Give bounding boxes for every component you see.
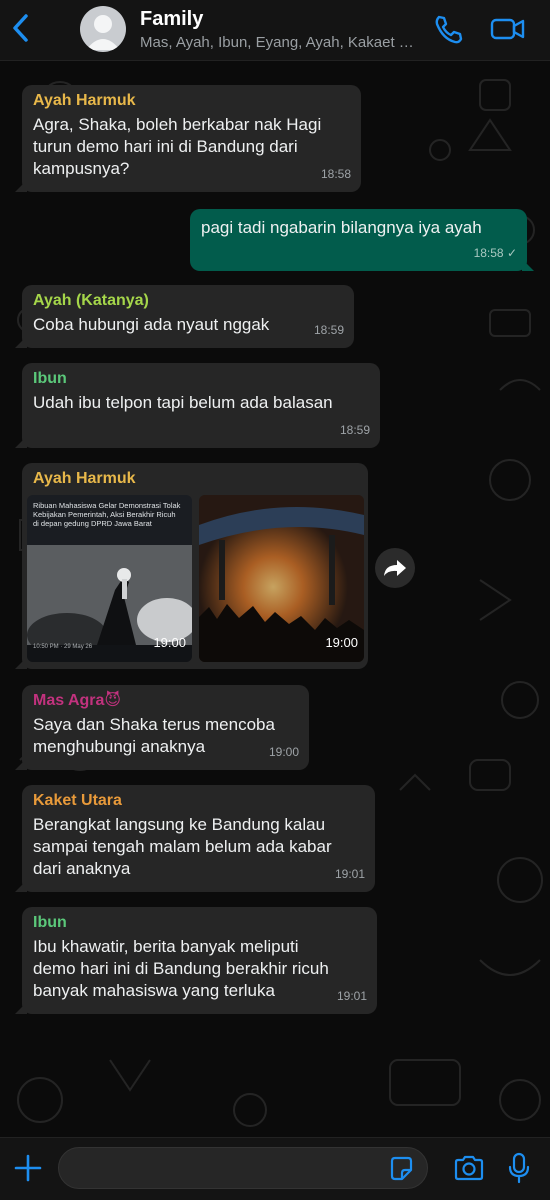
bubble-tail (522, 259, 534, 271)
message-text: pagi tadi ngabarin bilangnya iya ayah (201, 218, 482, 237)
forward-icon (384, 560, 406, 576)
call-icon[interactable] (432, 13, 464, 45)
forward-button[interactable] (375, 548, 415, 588)
message-text: Berangkat langsung ke Bandung kalau samp… (33, 815, 332, 878)
sender-name[interactable]: Ayah (Katanya) (33, 291, 344, 311)
message-time: 19:00 (153, 635, 186, 650)
sender-name[interactable]: Kaket Utara (33, 791, 365, 811)
photo-protest-fire[interactable]: 19:00 (199, 495, 364, 662)
message-text: Ibu khawatir, berita banyak meliputi dem… (33, 937, 329, 1000)
message-bubble[interactable]: Mas Agra😈 Saya dan Shaka terus mencoba m… (15, 685, 309, 770)
message-time: 18:58 (320, 167, 351, 181)
bubble-tail (15, 758, 27, 770)
message-time: 18:59 (313, 323, 344, 337)
message-input-bar (0, 1137, 550, 1200)
message-bubble[interactable]: Ayah Harmuk Agra, Shaka, boleh berkabar … (15, 85, 361, 192)
sender-name[interactable]: Ibun (33, 913, 367, 933)
bubble-tail (15, 180, 27, 192)
message-input[interactable] (58, 1147, 428, 1189)
default-avatar-icon (86, 15, 120, 50)
message-time: 18:58 ✓ (473, 246, 517, 260)
photo-caption: Ribuan Mahasiswa Gelar Demonstrasi Tolak… (33, 501, 181, 528)
photo-news-screenshot[interactable]: Ribuan Mahasiswa Gelar Demonstrasi Tolak… (27, 495, 192, 662)
photo-message-bubble[interactable]: Ayah Harmuk Ribuan Mahasiswa Gelar Demon… (15, 463, 368, 669)
message-time: 19:01 (334, 867, 365, 881)
message-bubble[interactable]: Ibun Udah ibu telpon tapi belum ada bala… (15, 363, 380, 448)
photo-stamp: 10:50 PM · 29 May 26 (33, 644, 93, 650)
bubble-tail (15, 880, 27, 892)
camera-icon[interactable] (453, 1154, 485, 1182)
video-icon[interactable] (490, 15, 526, 43)
message-time: 19:01 (336, 989, 367, 1003)
bubble-tail (15, 436, 27, 448)
avatar[interactable] (80, 6, 126, 52)
message-time: 18:59 (339, 423, 370, 437)
message-bubble[interactable]: Ibun Ibu khawatir, berita banyak meliput… (15, 907, 377, 1014)
sender-name[interactable]: Ayah Harmuk (33, 91, 351, 111)
sticker-icon[interactable] (388, 1155, 414, 1181)
bubble-tail (15, 657, 27, 669)
chat-header: Family Mas, Ayah, Ibun, Eyang, Ayah, Kak… (0, 0, 550, 61)
chat-title[interactable]: Family (140, 8, 203, 31)
message-time: 19:00 (268, 745, 299, 759)
bubble-tail (15, 1002, 27, 1014)
plus-icon[interactable] (14, 1154, 42, 1182)
sender-name[interactable]: Ibun (33, 369, 370, 389)
message-time: 19:00 (325, 635, 358, 650)
message-text: Coba hubungi ada nyaut nggak (33, 315, 270, 334)
message-bubble[interactable]: Ayah (Katanya) Coba hubungi ada nyaut ng… (15, 285, 354, 348)
message-text: Udah ibu telpon tapi belum ada balasan (33, 393, 333, 412)
message-bubble-outgoing[interactable]: pagi tadi ngabarin bilangnya iya ayah 18… (190, 209, 534, 271)
chat-participants[interactable]: Mas, Ayah, Ibun, Eyang, Ayah, Kakaet Uta… (140, 34, 420, 51)
message-text: Saya dan Shaka terus mencoba menghubungi… (33, 715, 275, 756)
mic-icon[interactable] (508, 1152, 530, 1184)
sender-name[interactable]: Ayah Harmuk (33, 469, 358, 489)
message-text: Agra, Shaka, boleh berkabar nak Hagi tur… (33, 115, 322, 178)
bubble-tail (15, 336, 27, 348)
message-bubble[interactable]: Kaket Utara Berangkat langsung ke Bandun… (15, 785, 375, 892)
sender-name[interactable]: Mas Agra😈 (33, 691, 299, 711)
back-icon[interactable] (8, 12, 36, 44)
